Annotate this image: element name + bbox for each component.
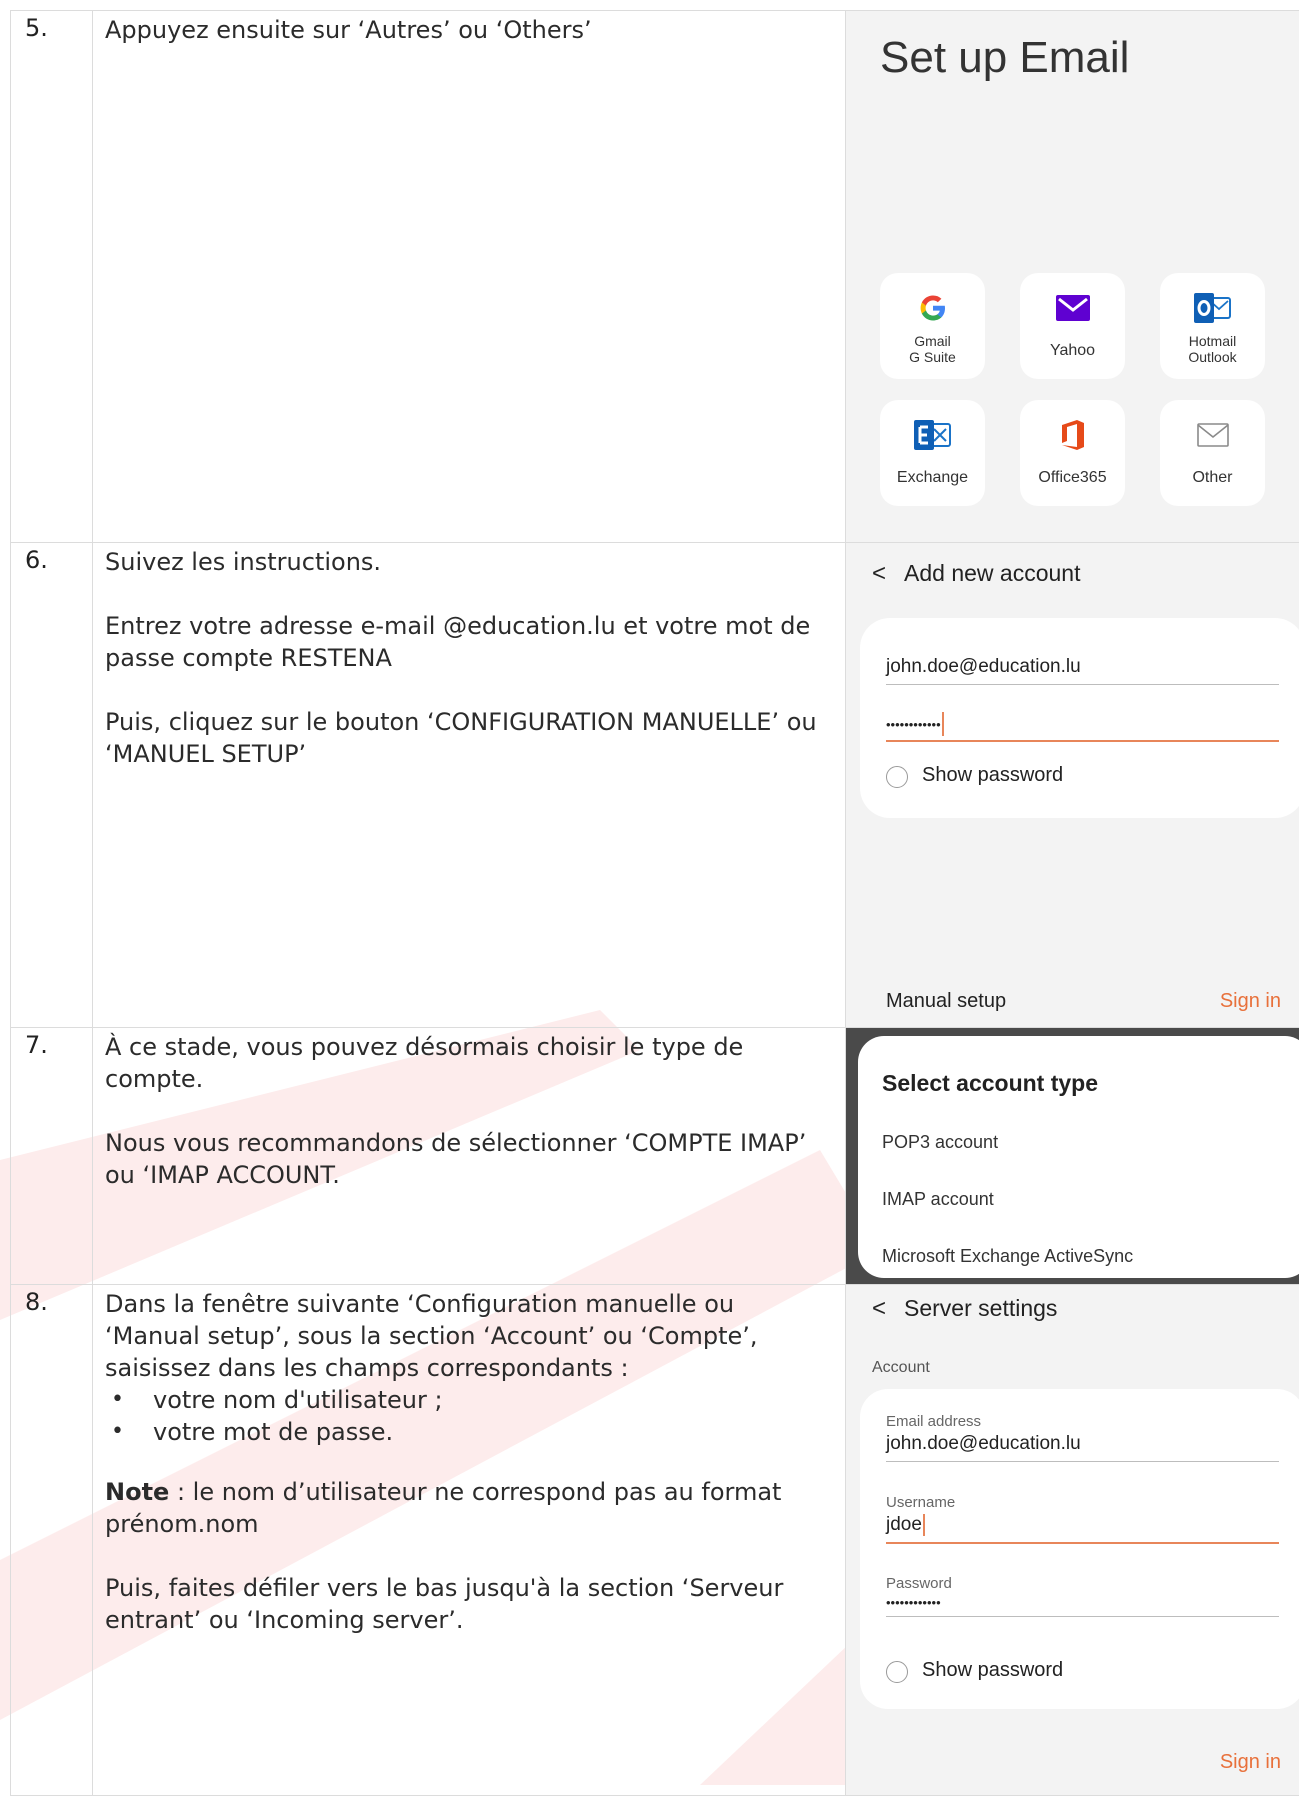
tile-office365[interactable]: Office365 [1020, 400, 1125, 506]
email-value: john.doe@education.lu [886, 656, 1081, 677]
account-form-card: john.doe@education.lu •••••••••••• Show … [860, 618, 1299, 818]
password-label: Password [886, 1575, 952, 1592]
steps-table: 5. Appuyez ensuite sur ‘Autres’ ou ‘Othe… [10, 10, 1299, 1796]
yahoo-envelope-icon [1020, 291, 1125, 325]
password-field[interactable]: •••••••••••• [886, 1595, 1279, 1617]
step-row: 5. Appuyez ensuite sur ‘Autres’ ou ‘Othe… [11, 11, 1299, 543]
username-value: jdoe [886, 1514, 922, 1535]
username-field[interactable]: jdoe [886, 1514, 1279, 1544]
tile-gmail[interactable]: Gmail G Suite [880, 273, 985, 379]
step-row: 6. Suivez les instructions. Entrez votre… [11, 543, 1299, 1028]
step-text: À ce stade, vous pouvez désormais choisi… [93, 1028, 846, 1285]
note-text: : le nom d’utilisateur ne correspond pas… [105, 1478, 781, 1538]
tile-exchange[interactable]: Exchange [880, 400, 985, 506]
note-paragraph: Note : le nom d’utilisateur ne correspon… [105, 1476, 835, 1540]
tile-yahoo[interactable]: Yahoo [1020, 273, 1125, 379]
note-label: Note [105, 1478, 169, 1506]
tile-label: Yahoo [1020, 343, 1125, 359]
screen-title: Set up Email [880, 33, 1129, 83]
tile-label: Exchange [880, 470, 985, 486]
email-label: Email address [886, 1413, 981, 1430]
tile-hotmail[interactable]: Hotmail Outlook [1160, 273, 1265, 379]
text-cursor [942, 712, 944, 736]
manual-setup-button[interactable]: Manual setup [886, 990, 1006, 1013]
screenshot-select-account-type: Select account type POP3 account IMAP ac… [846, 1028, 1299, 1285]
bullet-list: votre nom d'utilisateur ; votre mot de p… [105, 1384, 835, 1448]
option-imap[interactable]: IMAP account [882, 1189, 994, 1210]
instruction-text: Suivez les instructions. [105, 546, 835, 578]
step-text: Dans la fenêtre suivante ‘Configuration … [93, 1285, 846, 1796]
office365-icon [1020, 418, 1125, 452]
show-password-label: Show password [922, 764, 1063, 787]
dialog-title: Select account type [882, 1070, 1098, 1097]
back-chevron-icon[interactable]: < [872, 560, 886, 588]
tile-label-line1: Gmail [880, 333, 985, 349]
server-form-card: Email address john.doe@education.lu User… [860, 1389, 1299, 1709]
back-chevron-icon[interactable]: < [872, 1295, 886, 1323]
text-cursor [923, 1514, 925, 1536]
show-password-radio[interactable] [886, 766, 908, 788]
tile-label: Other [1160, 470, 1265, 486]
tile-other[interactable]: Other [1160, 400, 1265, 506]
screenshot-add-account: < Add new account john.doe@education.lu •… [846, 543, 1299, 1028]
step-row: 7. À ce stade, vous pouvez désormais cho… [11, 1028, 1299, 1285]
screen-header: < Add new account [872, 560, 1080, 588]
tile-label: Office365 [1020, 470, 1125, 486]
sign-in-button[interactable]: Sign in [1220, 990, 1281, 1013]
tile-label-line2: Outlook [1160, 349, 1265, 365]
envelope-outline-icon [1160, 418, 1265, 452]
instruction-text: Nous vous recommandons de sélectionner ‘… [105, 1127, 835, 1191]
show-password-radio[interactable] [886, 1661, 908, 1683]
instruction-text: À ce stade, vous pouvez désormais choisi… [105, 1031, 835, 1095]
instruction-text: Puis, cliquez sur le bouton ‘CONFIGURATI… [105, 706, 835, 770]
tile-label-line1: Hotmail [1160, 333, 1265, 349]
instruction-text: Appuyez ensuite sur ‘Autres’ ou ‘Others’ [105, 14, 835, 46]
sign-in-button[interactable]: Sign in [1220, 1751, 1281, 1774]
email-field[interactable]: john.doe@education.lu [886, 656, 1279, 685]
password-field[interactable]: •••••••••••• [886, 712, 1279, 742]
screenshot-setup-email: Set up Email Gmail G Suite [846, 11, 1299, 543]
section-label: Account [872, 1359, 930, 1377]
tile-label-line2: G Suite [880, 349, 985, 365]
header-title: Server settings [904, 1295, 1057, 1321]
instruction-text: Dans la fenêtre suivante ‘Configuration … [105, 1288, 835, 1384]
google-g-icon [880, 291, 985, 325]
step-number: 7. [11, 1028, 93, 1285]
bullet-item: votre nom d'utilisateur ; [105, 1384, 835, 1416]
account-type-dialog: Select account type POP3 account IMAP ac… [858, 1036, 1299, 1278]
step-text: Suivez les instructions. Entrez votre ad… [93, 543, 846, 1028]
step-number: 6. [11, 543, 93, 1028]
instruction-text: Puis, faites défiler vers le bas jusqu'à… [105, 1572, 835, 1636]
bullet-item: votre mot de passe. [105, 1416, 835, 1448]
password-value: •••••••••••• [886, 717, 941, 732]
email-field[interactable]: john.doe@education.lu [886, 1433, 1279, 1462]
screen-header: < Server settings [872, 1295, 1057, 1323]
screenshot-server-settings: < Server settings Account Email address j… [846, 1285, 1299, 1796]
step-text: Appuyez ensuite sur ‘Autres’ ou ‘Others’ [93, 11, 846, 543]
header-title: Add new account [904, 560, 1080, 586]
show-password-label: Show password [922, 1659, 1063, 1682]
username-label: Username [886, 1494, 955, 1511]
option-pop3[interactable]: POP3 account [882, 1132, 998, 1153]
step-number: 8. [11, 1285, 93, 1796]
step-row: 8. Dans la fenêtre suivante ‘Configurati… [11, 1285, 1299, 1796]
step-number: 5. [11, 11, 93, 543]
instruction-text: Entrez votre adresse e-mail @education.l… [105, 610, 835, 674]
exchange-icon [880, 418, 985, 452]
option-exchange-activesync[interactable]: Microsoft Exchange ActiveSync [882, 1246, 1133, 1267]
outlook-icon [1160, 291, 1265, 325]
